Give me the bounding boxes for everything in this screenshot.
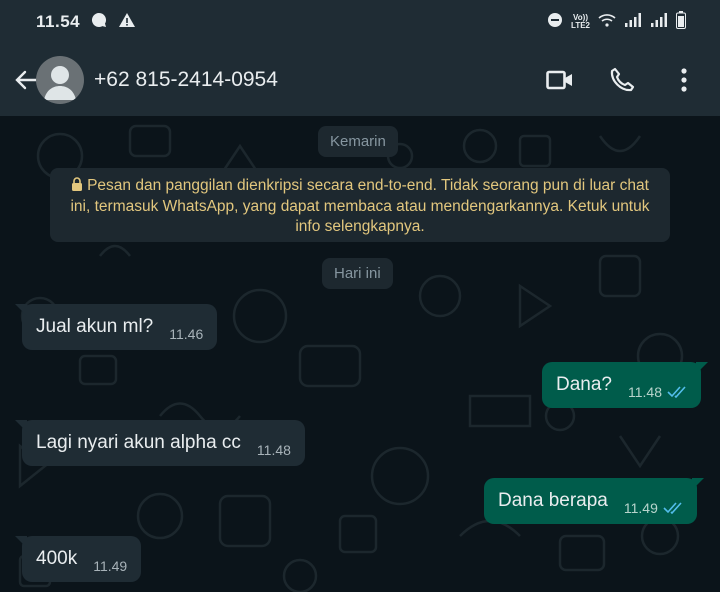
warning-icon — [118, 11, 136, 34]
message-time: 11.48 — [628, 384, 662, 400]
video-call-icon[interactable] — [542, 62, 578, 98]
wifi-icon — [598, 12, 616, 32]
outgoing-message[interactable]: Dana berapa 11.49 — [484, 478, 704, 524]
message-time: 11.46 — [169, 326, 204, 342]
encryption-notice[interactable]: Pesan dan panggilan dienkripsi secara en… — [50, 168, 670, 242]
incoming-message[interactable]: 400k 11.49 — [15, 536, 142, 582]
avatar[interactable] — [36, 56, 84, 104]
chat-notification-icon — [90, 11, 108, 34]
message-text: Dana? — [556, 374, 612, 395]
incoming-message[interactable]: Lagi nyari akun alpha cc 11.48 — [15, 420, 305, 466]
more-options-icon[interactable] — [666, 62, 702, 98]
date-divider: Kemarin — [318, 126, 398, 157]
message-text: Lagi nyari akun alpha cc — [36, 432, 241, 453]
message-time: 11.49 — [93, 558, 128, 574]
message-text: Jual akun ml? — [36, 316, 154, 337]
message-time: 11.48 — [256, 442, 291, 458]
date-divider: Hari ini — [322, 258, 393, 289]
read-receipt-icon — [663, 502, 683, 514]
chat-header: +62 815-2414-0954 — [0, 44, 720, 116]
signal-icon — [650, 12, 668, 32]
message-text: Dana berapa — [498, 490, 608, 511]
incoming-message[interactable]: Jual akun ml? 11.46 — [15, 304, 218, 350]
lock-icon — [71, 177, 83, 197]
voice-call-icon[interactable] — [604, 62, 640, 98]
message-list[interactable]: Kemarin Pesan dan panggilan dienkripsi s… — [0, 116, 720, 592]
read-receipt-icon — [667, 386, 687, 398]
status-time: 11.54 — [36, 12, 81, 31]
outgoing-message[interactable]: Dana? 11.48 — [542, 362, 708, 408]
encryption-notice-text: Pesan dan panggilan dienkripsi secara en… — [70, 177, 650, 235]
message-time: 11.49 — [623, 500, 658, 516]
status-bar: 11.54 Vo)) LTE2 — [0, 0, 720, 44]
message-text: 400k — [36, 548, 78, 569]
signal-icon — [624, 12, 642, 32]
battery-icon — [676, 10, 686, 34]
contact-name[interactable]: +62 815-2414-0954 — [94, 68, 278, 92]
volte-indicator: Vo)) LTE2 — [571, 13, 590, 30]
do-not-disturb-icon — [547, 12, 563, 33]
